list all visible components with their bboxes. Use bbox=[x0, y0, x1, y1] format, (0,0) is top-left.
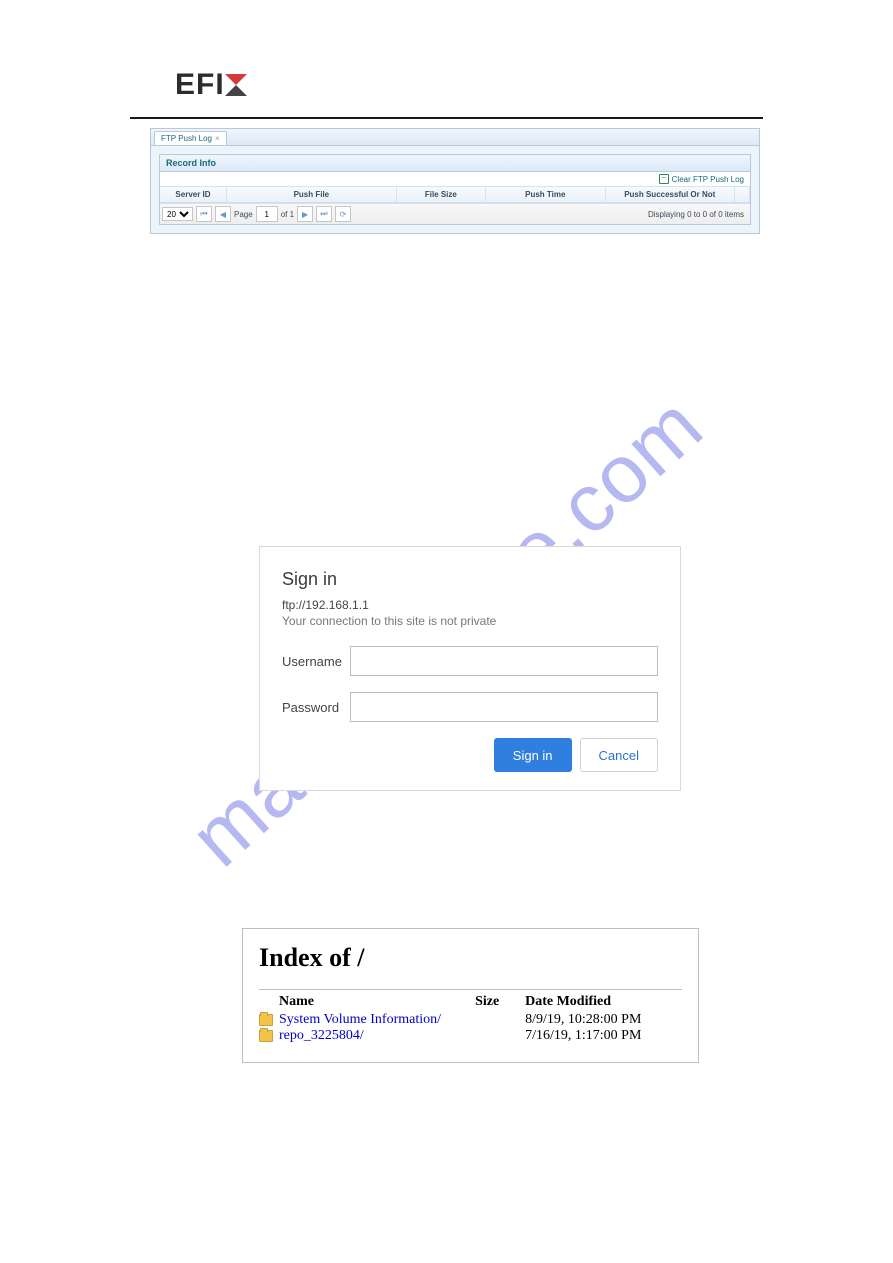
index-head-size[interactable]: Size bbox=[475, 994, 525, 1010]
page-label: Page bbox=[234, 210, 253, 219]
col-push-successful[interactable]: Push Successful Or Not bbox=[606, 187, 736, 202]
record-info-title: Record Info bbox=[160, 155, 750, 172]
button-row: Sign in Cancel bbox=[282, 738, 658, 772]
username-label: Username bbox=[282, 654, 338, 669]
index-title: Index of / bbox=[259, 943, 682, 973]
password-row: Password bbox=[282, 692, 658, 722]
prev-page-button[interactable]: ◀ bbox=[215, 206, 231, 222]
index-rule bbox=[259, 989, 682, 990]
index-date: 7/16/19, 1:17:00 PM bbox=[525, 1028, 682, 1044]
tab-ftp-push-log[interactable]: FTP Push Log × bbox=[154, 131, 227, 145]
efix-logo: EFI bbox=[175, 68, 247, 102]
pager-bar: 20 ⏮ ◀ Page of 1 ▶ ⏭ ⟳ Displaying 0 to 0… bbox=[160, 203, 750, 224]
col-end bbox=[735, 187, 750, 202]
password-label: Password bbox=[282, 700, 338, 715]
folder-icon bbox=[259, 1014, 277, 1026]
signin-title: Sign in bbox=[282, 569, 658, 590]
folder-icon bbox=[259, 1030, 277, 1042]
of-label: of 1 bbox=[281, 210, 294, 219]
clear-label: Clear FTP Push Log bbox=[672, 175, 744, 184]
toolbar-row: − Clear FTP Push Log bbox=[160, 172, 750, 187]
logo-text: EFI bbox=[175, 68, 225, 101]
signin-button[interactable]: Sign in bbox=[494, 738, 572, 772]
per-page-select[interactable]: 20 bbox=[162, 207, 193, 221]
col-server-id[interactable]: Server ID bbox=[160, 187, 227, 202]
index-head-date[interactable]: Date Modified bbox=[525, 994, 682, 1010]
minus-icon: − bbox=[659, 174, 669, 184]
col-push-time[interactable]: Push Time bbox=[486, 187, 605, 202]
ftp-push-log-panel: FTP Push Log × Record Info − Clear FTP P… bbox=[150, 128, 760, 234]
signin-dialog: Sign in ftp://192.168.1.1 Your connectio… bbox=[259, 546, 681, 791]
list-item: System Volume Information/ 8/9/19, 10:28… bbox=[259, 1012, 682, 1028]
list-item: repo_3225804/ 7/16/19, 1:17:00 PM bbox=[259, 1028, 682, 1044]
display-count: Displaying 0 to 0 of 0 items bbox=[648, 210, 744, 219]
tab-label: FTP Push Log bbox=[161, 134, 212, 143]
page-input[interactable] bbox=[256, 206, 278, 222]
refresh-button[interactable]: ⟳ bbox=[335, 206, 351, 222]
next-page-button[interactable]: ▶ bbox=[297, 206, 313, 222]
signin-host: ftp://192.168.1.1 bbox=[282, 598, 658, 612]
last-page-button[interactable]: ⏭ bbox=[316, 206, 332, 222]
index-date: 8/9/19, 10:28:00 PM bbox=[525, 1012, 682, 1028]
index-header-row: Name Size Date Modified bbox=[259, 994, 682, 1010]
col-push-file[interactable]: Push File bbox=[227, 187, 397, 202]
first-page-button[interactable]: ⏮ bbox=[196, 206, 212, 222]
clear-ftp-push-log-link[interactable]: − Clear FTP Push Log bbox=[659, 174, 744, 184]
tab-bar: FTP Push Log × bbox=[151, 129, 759, 146]
record-info-panel: Record Info − Clear FTP Push Log Server … bbox=[159, 154, 751, 225]
password-input[interactable] bbox=[350, 692, 658, 722]
page-root: EFI FTP Push Log × Record Info − Clear F… bbox=[0, 0, 893, 1263]
index-link[interactable]: System Volume Information/ bbox=[279, 1012, 441, 1027]
signin-warning: Your connection to this site is not priv… bbox=[282, 614, 658, 628]
header-rule bbox=[130, 117, 763, 119]
x-icon bbox=[225, 74, 247, 96]
close-icon[interactable]: × bbox=[215, 134, 220, 143]
index-link[interactable]: repo_3225804/ bbox=[279, 1028, 364, 1043]
username-row: Username bbox=[282, 646, 658, 676]
index-head-name[interactable]: Name bbox=[277, 994, 475, 1010]
username-input[interactable] bbox=[350, 646, 658, 676]
index-panel: Index of / Name Size Date Modified Syste… bbox=[242, 928, 699, 1063]
cancel-button[interactable]: Cancel bbox=[580, 738, 658, 772]
col-file-size[interactable]: File Size bbox=[397, 187, 486, 202]
table-header-row: Server ID Push File File Size Push Time … bbox=[160, 187, 750, 203]
pager-left: 20 ⏮ ◀ Page of 1 ▶ ⏭ ⟳ bbox=[162, 206, 351, 222]
